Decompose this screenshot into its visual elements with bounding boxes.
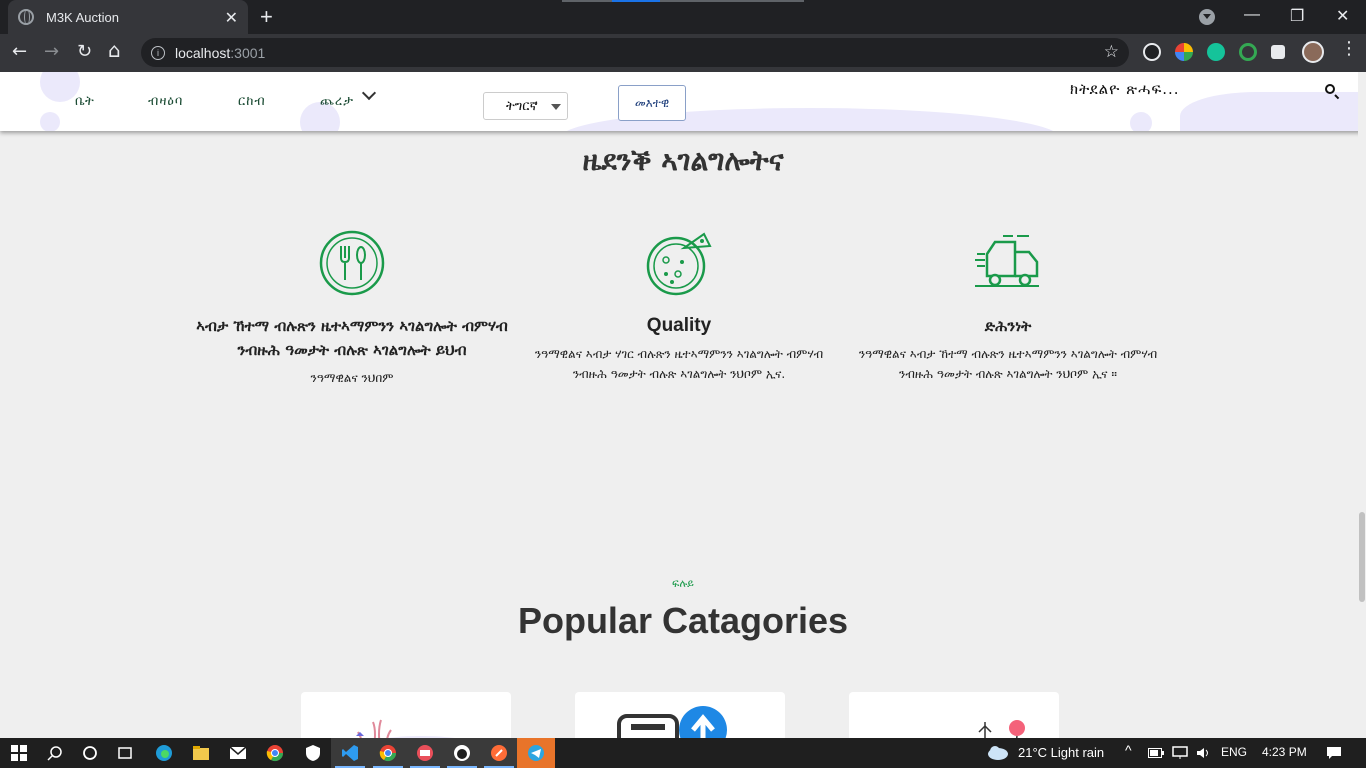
extension-w-icon[interactable] <box>1143 43 1161 61</box>
windows-taskbar: 21°C Light rain ^ ENG 4:23 PM <box>0 738 1366 768</box>
task-view-icon[interactable] <box>106 738 144 768</box>
battery-icon[interactable] <box>1148 748 1164 758</box>
service-title: ድሕንነት <box>984 317 1032 335</box>
vscode-icon[interactable] <box>331 738 369 768</box>
chevron-down-icon[interactable] <box>361 85 377 101</box>
network-icon[interactable] <box>1172 746 1188 760</box>
category-illustration <box>617 706 727 738</box>
service-description: ንዓማዊልና ኣብታ ኸተማ ብሉጽን ዜተኣማምንን ኣገልግሎት ብምሃብ … <box>858 347 1158 381</box>
windows-start-icon[interactable] <box>0 738 38 768</box>
browser-tab[interactable]: M3K Auction ✕ <box>8 0 248 34</box>
pizza-icon <box>646 232 712 296</box>
tab-search-icon[interactable] <box>1199 9 1215 25</box>
back-button[interactable]: ← <box>12 41 27 62</box>
url-port: :3001 <box>230 44 266 61</box>
service-card: ኣብታ ኸተማ ብሉጽን ዜተኣማምንን ኣገልግሎት ብምሃብ ንብዙሕ ዓመ… <box>192 228 512 388</box>
category-illustration <box>978 720 1025 738</box>
restaurant-icon <box>319 230 385 296</box>
service-card: ድሕንነት ንዓማዊልና ኣብታ ኸተማ ብሉጽን ዜተኣማምንን ኣገልግሎት… <box>848 228 1168 384</box>
postman-icon[interactable] <box>480 738 518 768</box>
bookmark-star-icon[interactable]: ☆ <box>1104 42 1119 62</box>
globe-icon <box>18 9 34 25</box>
language-select[interactable]: ትግርኛ <box>483 92 568 120</box>
extensions-puzzle-icon[interactable] <box>1271 45 1285 59</box>
service-title: ኣብታ ኸተማ ብሉጽን ዜተኣማምንን ኣገልግሎት ብምሃብ ንብዙሕ ዓመ… <box>196 317 508 359</box>
service-description: ንዓማዊልና ኣብታ ሃገር ብሉጽን ዜተኣማምንን ኣገልግሎት ብምሃብ … <box>534 347 824 381</box>
search-icon[interactable] <box>36 738 74 768</box>
browser-toolbar: ← → ↻ ⌂ i localhost :3001 ☆ ⋮ <box>0 34 1366 72</box>
nav-contact[interactable]: ርከብ <box>238 94 266 109</box>
tab-title: M3K Auction <box>46 9 119 25</box>
edge-icon[interactable] <box>145 738 183 768</box>
app-icon[interactable] <box>443 738 481 768</box>
service-title: Quality <box>646 315 712 336</box>
chrome-icon[interactable] <box>256 738 294 768</box>
volume-icon[interactable] <box>1196 746 1212 760</box>
grammarly-icon[interactable] <box>1207 43 1225 61</box>
url-host: localhost <box>175 44 231 61</box>
app-icon[interactable] <box>406 738 444 768</box>
categories-kicker: ፍሉይ <box>672 577 694 590</box>
services-heading: ዜደንቕ ኣገልግሎትና <box>582 144 784 177</box>
nav-about[interactable]: ብዛዕባ <box>148 94 183 109</box>
page-content: ቤት ብዛዕባ ርከብ ጨረታ ትግርኛ መእተዊ ክትደልዮ ጽሓፍ... ዜ… <box>0 72 1366 738</box>
telegram-icon[interactable] <box>517 738 555 768</box>
decor-blob <box>1130 112 1152 131</box>
page-scrollbar[interactable] <box>1358 72 1366 738</box>
tab-strip-indicator <box>562 0 804 2</box>
chevron-up-icon[interactable]: ^ <box>1125 742 1132 758</box>
service-description: ንዓማዊልና ንህበም <box>310 371 394 385</box>
chrome-icon[interactable] <box>369 738 407 768</box>
home-button[interactable]: ⌂ <box>108 38 121 62</box>
nav-auction[interactable]: ጨረታ <box>320 94 354 109</box>
browser-menu-icon[interactable]: ⋮ <box>1340 38 1358 59</box>
tab-close-icon[interactable]: ✕ <box>225 8 238 27</box>
categories-title: Popular Catagories <box>517 600 849 641</box>
service-card: Quality ንዓማዊልና ኣብታ ሃገር ብሉጽን ዜተኣማምንን ኣገልግ… <box>519 228 839 384</box>
address-bar[interactable]: i localhost :3001 ☆ <box>141 38 1129 67</box>
browser-tab-bar: M3K Auction ✕ + — ❐ ✕ <box>0 0 1366 34</box>
minimize-button[interactable]: — <box>1244 6 1260 24</box>
language-selected: ትግርኛ <box>506 98 538 114</box>
close-window-button[interactable]: ✕ <box>1336 6 1349 26</box>
input-language[interactable]: ENG <box>1221 745 1247 759</box>
profile-avatar[interactable] <box>1302 41 1324 63</box>
category-card[interactable] <box>575 692 785 738</box>
notifications-icon[interactable] <box>1326 746 1342 760</box>
extension-ring-icon[interactable] <box>1239 43 1257 61</box>
decor-blob <box>40 72 80 102</box>
mail-icon[interactable] <box>219 738 257 768</box>
site-navbar: ቤት ብዛዕባ ርከብ ጨረታ ትግርኛ መእተዊ ክትደልዮ ጽሓፍ... <box>0 72 1366 131</box>
scrollbar-thumb[interactable] <box>1359 512 1365 602</box>
file-explorer-icon[interactable] <box>182 738 220 768</box>
login-button[interactable]: መእተዊ <box>618 85 686 121</box>
extension-color-icon[interactable] <box>1175 43 1193 61</box>
caret-down-icon <box>551 104 561 110</box>
decor-blob <box>40 112 60 131</box>
weather-cloud-icon[interactable] <box>986 745 1010 761</box>
weather-text[interactable]: 21°C Light rain <box>1018 745 1104 760</box>
forward-button[interactable]: → <box>44 41 59 62</box>
delivery-truck-icon <box>975 235 1039 287</box>
info-icon[interactable]: i <box>151 45 165 60</box>
new-tab-button[interactable]: + <box>260 4 273 30</box>
category-illustration <box>356 719 455 738</box>
restore-button[interactable]: ❐ <box>1290 6 1304 26</box>
category-card[interactable] <box>301 692 511 738</box>
clock[interactable]: 4:23 PM <box>1262 745 1307 759</box>
search-label[interactable]: ክትደልዮ ጽሓፍ... <box>1070 80 1180 98</box>
search-icon[interactable] <box>1325 84 1335 94</box>
category-card[interactable] <box>849 692 1059 738</box>
nav-home[interactable]: ቤት <box>75 94 95 109</box>
reload-button[interactable]: ↻ <box>77 41 92 62</box>
cortana-icon[interactable] <box>71 738 109 768</box>
security-shield-icon[interactable] <box>294 738 332 768</box>
